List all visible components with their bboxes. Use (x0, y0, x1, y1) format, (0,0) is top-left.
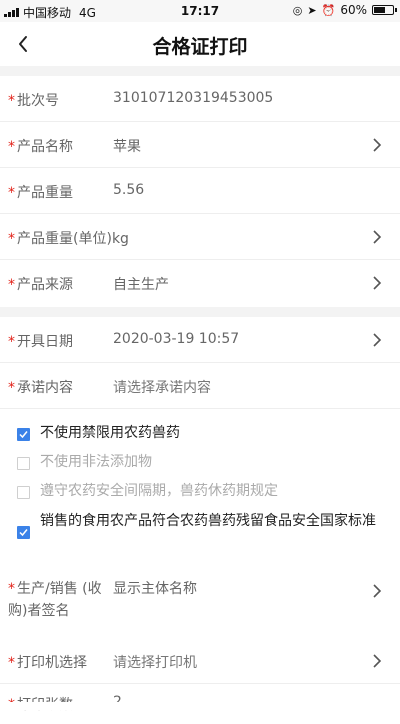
required-mark: * (8, 231, 15, 247)
required-mark: * (8, 93, 15, 109)
product-name-row[interactable]: * 产品名称 苹果 (0, 122, 400, 168)
commitment-label: 承诺内容 (17, 380, 73, 396)
product-name-label: 产品名称 (17, 139, 73, 155)
required-mark: * (8, 380, 15, 396)
chevron-right-icon (373, 230, 382, 244)
orientation-lock-icon: ◎ (292, 3, 303, 17)
check-icon (19, 431, 28, 439)
commitment-option-label: 不使用非法添加物 (40, 454, 152, 470)
commitment-option-label: 不使用禁限用农药兽药 (40, 425, 180, 441)
printer-row[interactable]: * 打印机选择 请选择打印机 (0, 638, 400, 684)
required-mark: * (8, 277, 15, 293)
chevron-right-icon (373, 333, 382, 347)
signer-value: 显示主体名称 (113, 581, 197, 597)
product-weight-row[interactable]: * 产品重量 5.56 (0, 168, 400, 214)
signer-row[interactable]: * 生产/销售 (收购)者签名 显示主体名称 (0, 576, 400, 640)
required-mark: * (8, 185, 15, 201)
weight-unit-row[interactable]: * 产品重量(单位)kg (0, 214, 400, 260)
chevron-right-icon (373, 584, 382, 598)
required-mark: * (8, 655, 15, 671)
product-source-value: 自主生产 (113, 277, 169, 293)
page-title: 合格证打印 (152, 36, 248, 58)
product-source-label: 产品来源 (17, 277, 73, 293)
section-divider (0, 66, 400, 76)
batch-number-label: 批次号 (17, 93, 59, 109)
check-icon (19, 529, 28, 537)
status-right: ◎ ➤ ⏰ 60% (292, 3, 397, 17)
nav-bar: 合格证打印 (0, 22, 400, 66)
commitment-row[interactable]: * 承诺内容 请选择承诺内容 (0, 363, 400, 409)
required-mark: * (8, 139, 15, 155)
printer-label: 打印机选择 (17, 655, 87, 671)
weight-unit-value: kg (111, 231, 129, 247)
issue-date-label: 开具日期 (17, 334, 73, 350)
product-name-value: 苹果 (113, 139, 141, 155)
issue-date-row[interactable]: * 开具日期 2020-03-19 10:57 (0, 317, 400, 363)
product-weight-value[interactable]: 5.56 (113, 182, 144, 198)
printer-placeholder: 请选择打印机 (113, 655, 197, 671)
required-mark: * (8, 581, 15, 597)
chevron-right-icon (373, 276, 382, 290)
commitment-option-label: 遵守农药安全间隔期，兽药休药期规定 (40, 483, 278, 499)
checkbox-checked[interactable] (17, 428, 30, 441)
chevron-right-icon (373, 654, 382, 668)
checkbox-unchecked[interactable] (17, 486, 30, 499)
signer-label: 生产/销售 (收购)者签名 (8, 581, 102, 619)
batch-number-value: 310107120319453005 (113, 90, 274, 106)
checkbox-unchecked[interactable] (17, 457, 30, 470)
status-bar: 中国移动 4G 17:17 ◎ ➤ ⏰ 60% (0, 0, 400, 22)
product-source-row[interactable]: * 产品来源 自主生产 (0, 260, 400, 306)
chevron-left-icon (19, 36, 27, 52)
bottom-safe-area (0, 702, 400, 710)
weight-unit-label: 产品重量(单位) (17, 231, 112, 247)
battery-icon (372, 5, 397, 15)
checkbox-checked[interactable] (17, 526, 30, 539)
commitment-option-label: 销售的食用农产品符合农药兽药残留食品安全国家标准 (40, 513, 376, 529)
issue-date-value: 2020-03-19 10:57 (113, 331, 240, 347)
required-mark: * (8, 334, 15, 350)
chevron-right-icon (373, 138, 382, 152)
batch-number-row: * 批次号 310107120319453005 (0, 76, 400, 122)
back-button[interactable] (12, 30, 40, 58)
commitment-placeholder: 请选择承诺内容 (113, 380, 211, 396)
section-divider (0, 307, 400, 317)
location-icon: ➤ (307, 3, 317, 17)
battery-percent: 60% (340, 3, 367, 17)
product-weight-label: 产品重量 (17, 185, 73, 201)
alarm-icon: ⏰ (321, 3, 336, 17)
